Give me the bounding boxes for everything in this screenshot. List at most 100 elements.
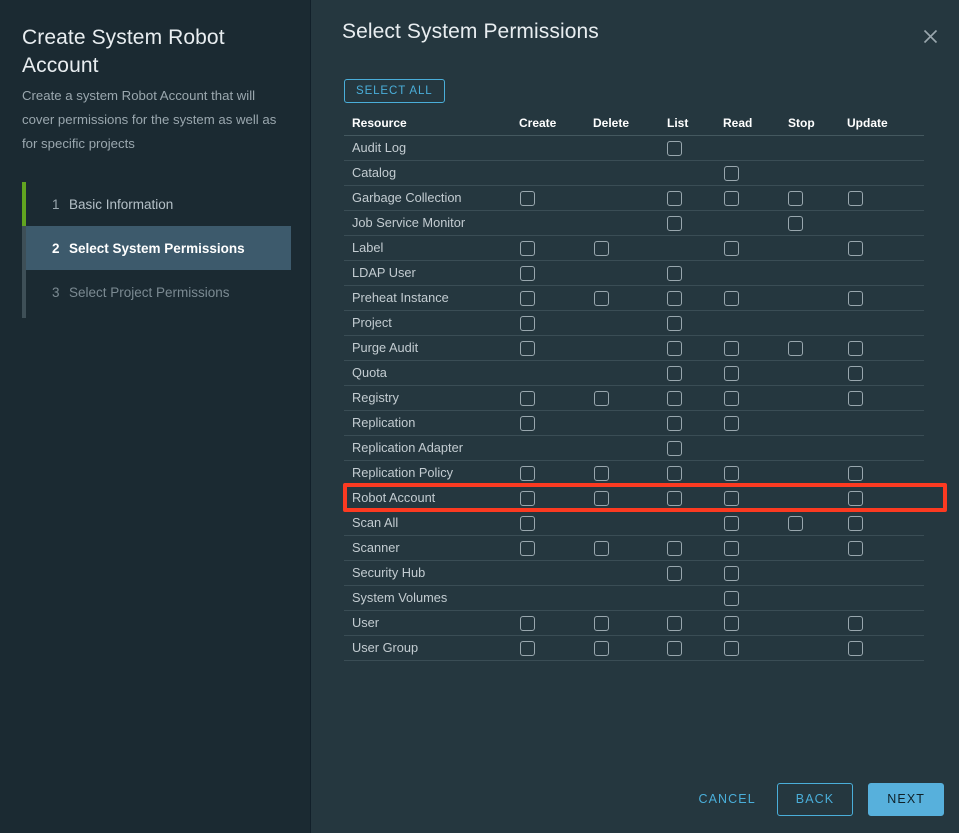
checkbox-update[interactable] <box>848 390 863 406</box>
checkbox-read[interactable] <box>724 340 739 356</box>
checkbox-stop[interactable] <box>788 190 803 206</box>
checkbox-delete[interactable] <box>594 615 609 631</box>
cell-update <box>847 510 924 536</box>
checkbox-update[interactable] <box>848 290 863 306</box>
checkbox-read[interactable] <box>724 490 739 506</box>
back-button[interactable]: BACK <box>776 783 854 816</box>
checkbox-list[interactable] <box>667 215 682 231</box>
table-row: Purge Audit <box>344 335 924 361</box>
checkbox-create[interactable] <box>520 240 535 256</box>
checkbox-stop[interactable] <box>788 340 803 356</box>
checkbox-list[interactable] <box>667 140 682 156</box>
cell-stop <box>788 385 847 411</box>
checkbox-update[interactable] <box>848 615 863 631</box>
cell-read <box>723 585 788 611</box>
checkbox-list[interactable] <box>667 315 682 331</box>
cell-create <box>519 410 593 436</box>
cell-update <box>847 360 924 386</box>
checkbox-read[interactable] <box>724 165 739 181</box>
checkbox-list[interactable] <box>667 640 682 656</box>
checkbox-update[interactable] <box>848 515 863 531</box>
checkbox-list[interactable] <box>667 390 682 406</box>
page-description: Create a system Robot Account that will … <box>22 88 277 151</box>
checkbox-delete[interactable] <box>594 465 609 481</box>
checkbox-update[interactable] <box>848 490 863 506</box>
cell-resource-name: System Volumes <box>344 585 519 611</box>
checkbox-update[interactable] <box>848 640 863 656</box>
checkbox-create[interactable] <box>520 315 535 331</box>
checkbox-read[interactable] <box>724 540 739 556</box>
checkbox-read[interactable] <box>724 640 739 656</box>
checkbox-list[interactable] <box>667 440 682 456</box>
checkbox-update[interactable] <box>848 340 863 356</box>
checkbox-stop[interactable] <box>788 515 803 531</box>
table-row: Security Hub <box>344 560 924 586</box>
checkbox-list[interactable] <box>667 615 682 631</box>
checkbox-update[interactable] <box>848 365 863 381</box>
checkbox-update[interactable] <box>848 240 863 256</box>
checkbox-create[interactable] <box>520 290 535 306</box>
cancel-button[interactable]: CANCEL <box>692 783 761 816</box>
checkbox-list[interactable] <box>667 340 682 356</box>
checkbox-list[interactable] <box>667 290 682 306</box>
checkbox-delete[interactable] <box>594 490 609 506</box>
cell-stop <box>788 635 847 661</box>
checkbox-read[interactable] <box>724 190 739 206</box>
wizard-step-select-system-permissions[interactable]: 2 Select System Permissions <box>26 226 291 270</box>
checkbox-stop[interactable] <box>788 215 803 231</box>
checkbox-read[interactable] <box>724 465 739 481</box>
checkbox-list[interactable] <box>667 490 682 506</box>
checkbox-read[interactable] <box>724 415 739 431</box>
table-header-row: Resource Create Delete List Read Stop Up… <box>344 112 924 136</box>
checkbox-read[interactable] <box>724 365 739 381</box>
cell-delete <box>593 160 667 186</box>
checkbox-update[interactable] <box>848 540 863 556</box>
checkbox-create[interactable] <box>520 390 535 406</box>
checkbox-create[interactable] <box>520 340 535 356</box>
checkbox-create[interactable] <box>520 540 535 556</box>
checkbox-create[interactable] <box>520 415 535 431</box>
checkbox-delete[interactable] <box>594 540 609 556</box>
checkbox-read[interactable] <box>724 515 739 531</box>
checkbox-read[interactable] <box>724 290 739 306</box>
checkbox-read[interactable] <box>724 240 739 256</box>
cell-list <box>667 160 723 186</box>
table-row: Replication Policy <box>344 460 924 486</box>
checkbox-read[interactable] <box>724 565 739 581</box>
checkbox-create[interactable] <box>520 490 535 506</box>
cell-update <box>847 560 924 586</box>
wizard-footer: CANCEL BACK NEXT <box>692 783 944 816</box>
cell-delete <box>593 610 667 636</box>
checkbox-delete[interactable] <box>594 240 609 256</box>
checkbox-list[interactable] <box>667 565 682 581</box>
checkbox-create[interactable] <box>520 515 535 531</box>
checkbox-delete[interactable] <box>594 390 609 406</box>
next-button[interactable]: NEXT <box>868 783 944 816</box>
close-icon[interactable] <box>916 22 944 50</box>
checkbox-read[interactable] <box>724 590 739 606</box>
select-all-button[interactable]: SELECT ALL <box>344 79 445 103</box>
checkbox-list[interactable] <box>667 465 682 481</box>
checkbox-list[interactable] <box>667 265 682 281</box>
checkbox-list[interactable] <box>667 190 682 206</box>
table-row: Scanner <box>344 535 924 561</box>
checkbox-update[interactable] <box>848 465 863 481</box>
checkbox-create[interactable] <box>520 265 535 281</box>
checkbox-delete[interactable] <box>594 290 609 306</box>
checkbox-read[interactable] <box>724 615 739 631</box>
checkbox-list[interactable] <box>667 540 682 556</box>
checkbox-delete[interactable] <box>594 640 609 656</box>
checkbox-create[interactable] <box>520 190 535 206</box>
checkbox-list[interactable] <box>667 415 682 431</box>
wizard-step-select-project-permissions[interactable]: 3 Select Project Permissions <box>26 270 291 314</box>
cell-resource-name: Project <box>344 310 519 336</box>
checkbox-update[interactable] <box>848 190 863 206</box>
cell-create <box>519 210 593 236</box>
checkbox-list[interactable] <box>667 365 682 381</box>
checkbox-read[interactable] <box>724 390 739 406</box>
checkbox-create[interactable] <box>520 465 535 481</box>
wizard-step-basic-information[interactable]: 1 Basic Information <box>26 182 291 226</box>
checkbox-create[interactable] <box>520 640 535 656</box>
checkbox-create[interactable] <box>520 615 535 631</box>
step-number-1: 1 <box>52 196 60 212</box>
